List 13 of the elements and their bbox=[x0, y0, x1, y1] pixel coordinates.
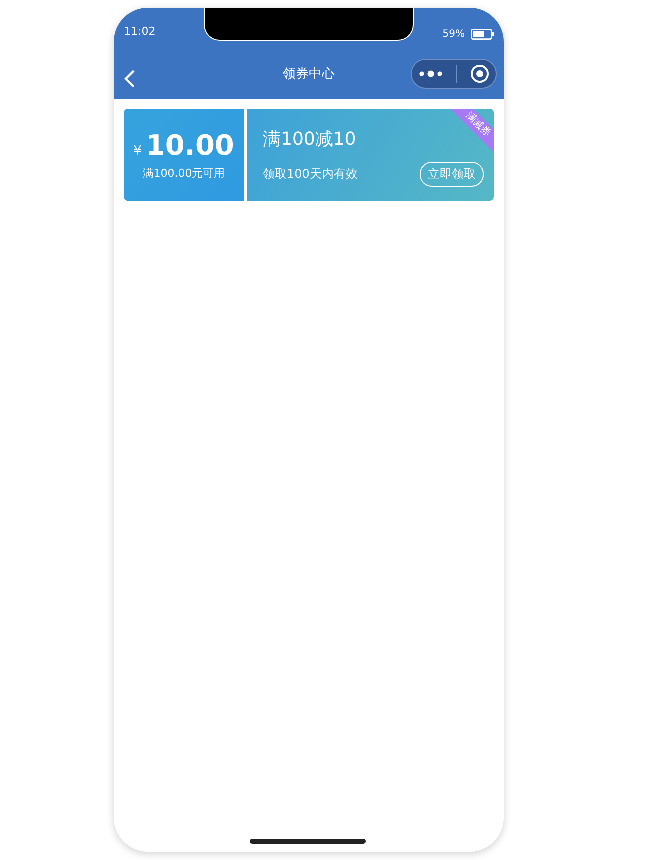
coupon-title: 满100减10 bbox=[263, 128, 358, 151]
page-title: 领券中心 bbox=[283, 66, 335, 82]
more-icon[interactable] bbox=[418, 70, 442, 78]
close-target-icon[interactable] bbox=[470, 64, 490, 84]
coupon-amount: 10.00 bbox=[146, 129, 234, 162]
claim-button[interactable]: 立即领取 bbox=[420, 162, 484, 187]
battery-level: 59% bbox=[442, 28, 465, 40]
coupon-validity: 领取100天内有效 bbox=[263, 166, 358, 183]
currency-symbol: ¥ bbox=[134, 144, 142, 159]
back-icon[interactable] bbox=[124, 69, 136, 89]
coupon-condition: 满100.00元可用 bbox=[142, 166, 226, 181]
status-time: 11:02 bbox=[124, 24, 156, 38]
battery-icon bbox=[471, 28, 495, 40]
